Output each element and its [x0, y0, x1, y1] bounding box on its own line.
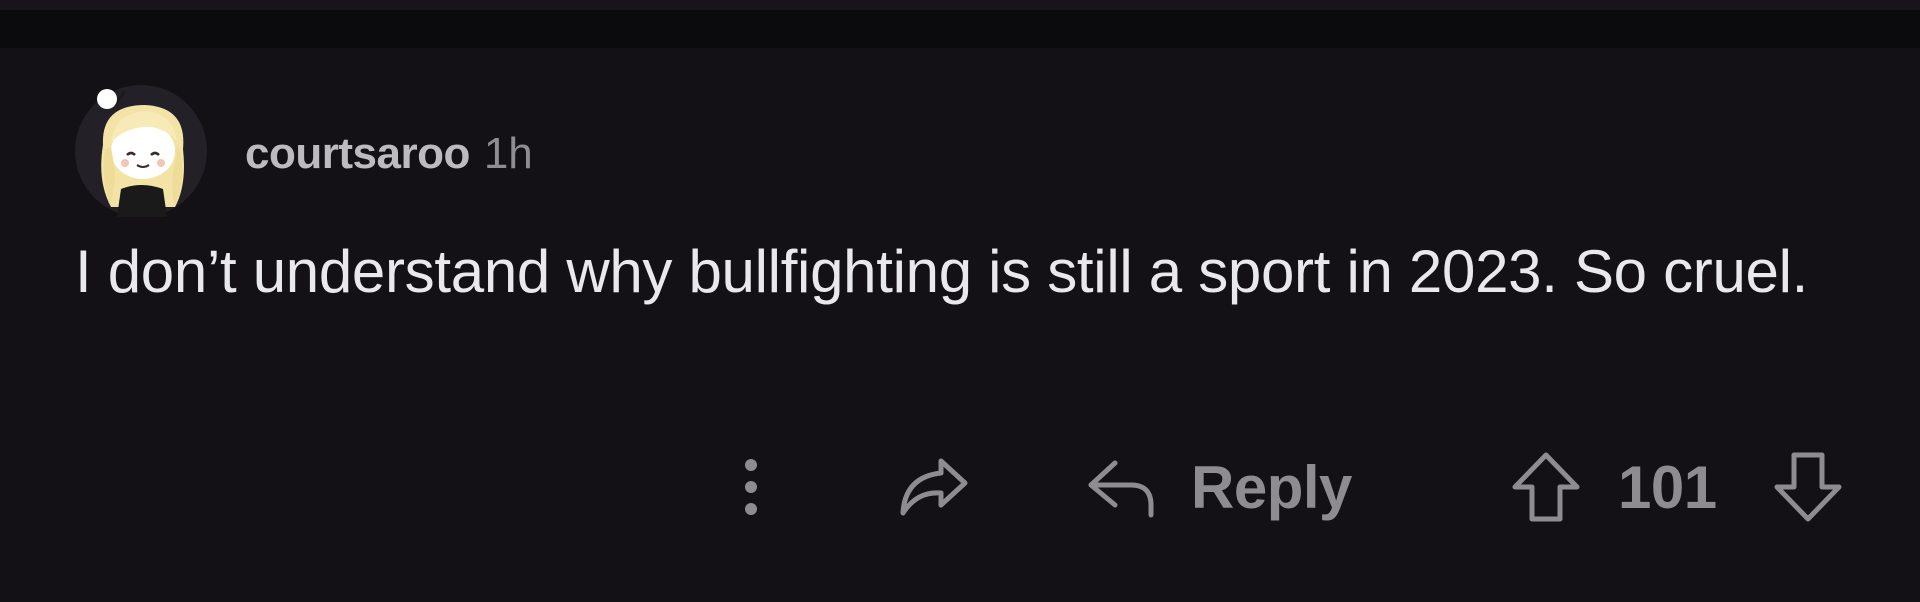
user-avatar[interactable]	[75, 85, 207, 217]
vertical-dots-icon	[745, 459, 757, 515]
comment-meta: courtsaroo 1h	[245, 124, 533, 184]
share-arrow-icon	[900, 458, 968, 516]
comment-actions: Reply 101	[0, 443, 1920, 533]
header-strip	[0, 10, 1920, 48]
reply-label: Reply	[1191, 453, 1352, 521]
timestamp: 1h	[483, 129, 533, 178]
more-options-button[interactable]	[723, 447, 779, 527]
upvote-button[interactable]	[1508, 449, 1584, 525]
reply-arrow-icon	[1088, 460, 1154, 518]
share-button[interactable]	[893, 449, 973, 525]
username[interactable]: courtsaroo	[245, 129, 470, 179]
up-arrow-icon	[1512, 452, 1580, 522]
comment: courtsaroo 1h I don’t understand why bul…	[0, 48, 1920, 602]
snoo-avatar-icon	[75, 85, 207, 217]
top-bar	[0, 0, 1920, 10]
comment-body: I don’t understand why bullfighting is s…	[75, 238, 1809, 305]
downvote-button[interactable]	[1770, 449, 1846, 525]
down-arrow-icon	[1774, 452, 1842, 522]
reply-button[interactable]: Reply	[1085, 447, 1352, 527]
vote-score: 101	[1618, 453, 1717, 521]
